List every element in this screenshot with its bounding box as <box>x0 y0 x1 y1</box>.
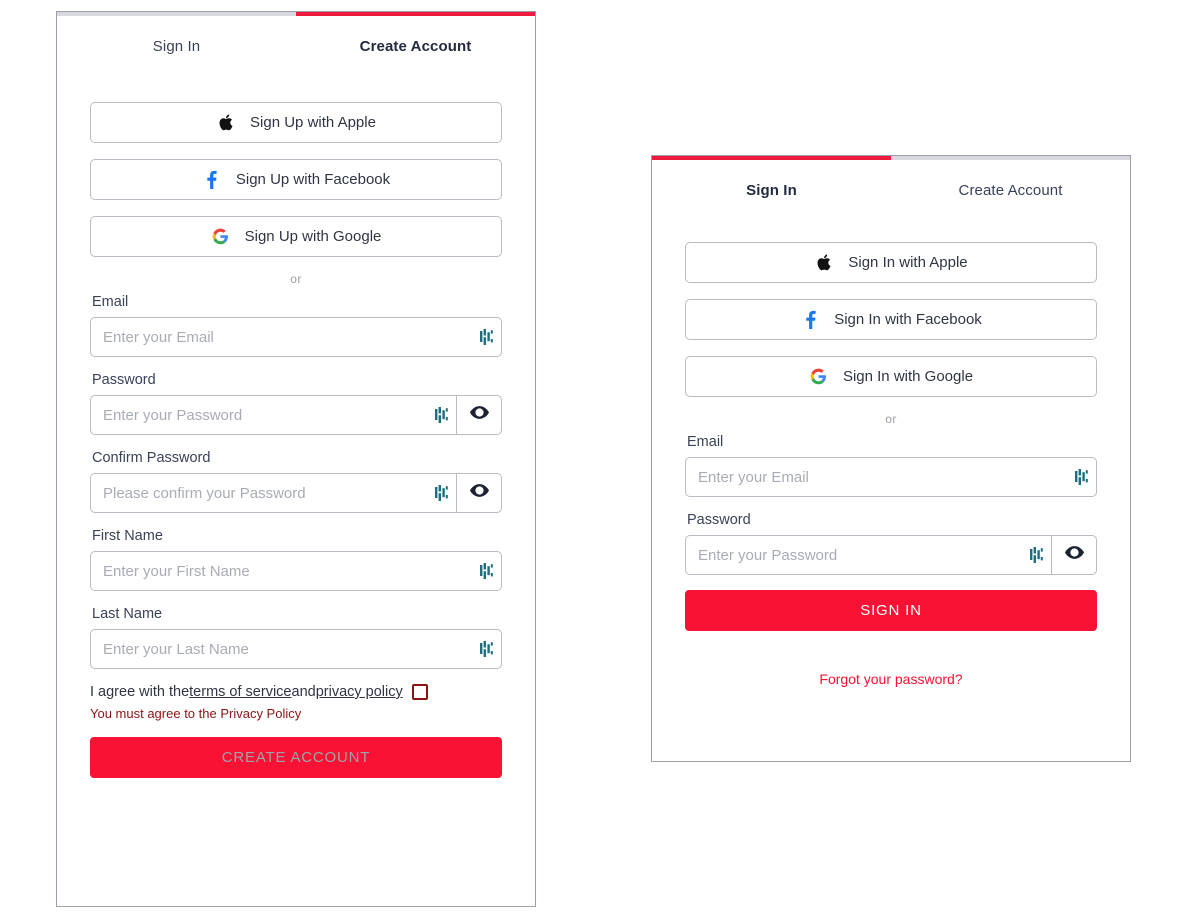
eye-icon <box>1064 546 1084 564</box>
auth-tabs-signup: Sign In Create Account <box>57 12 535 72</box>
sign-in-form: Sign In with Apple Sign In with Facebook <box>652 216 1130 687</box>
email-field-row <box>685 457 1097 497</box>
auth-tabs-signin: Sign In Create Account <box>652 156 1130 216</box>
sign-up-with-apple-button[interactable]: Sign Up with Apple <box>90 102 502 143</box>
tab-label: Create Account <box>958 181 1063 199</box>
last-name-input-shell <box>90 629 502 669</box>
email-input-shell <box>90 317 502 357</box>
terms-of-service-link[interactable]: terms of service <box>189 684 291 700</box>
privacy-policy-link[interactable]: privacy policy <box>316 684 403 700</box>
toggle-password-visibility-button[interactable] <box>456 395 502 435</box>
sign-in-card: Sign In Create Account Sign In with Appl… <box>651 155 1131 762</box>
confirm-password-input-shell <box>90 473 456 513</box>
password-manager-icon[interactable] <box>480 563 493 579</box>
confirm-password-field-row <box>90 473 502 513</box>
tab-sign-in[interactable]: Sign In <box>57 12 296 72</box>
social-button-label: Sign Up with Apple <box>250 114 376 131</box>
facebook-icon <box>800 310 820 330</box>
tab-label: Sign In <box>746 181 797 199</box>
confirm-password-label: Confirm Password <box>92 450 211 466</box>
password-manager-icon[interactable] <box>1030 547 1043 563</box>
tab-label: Sign In <box>152 37 201 55</box>
eye-icon <box>469 484 489 502</box>
toggle-password-visibility-button[interactable] <box>1051 535 1097 575</box>
sign-up-with-facebook-button[interactable]: Sign Up with Facebook <box>90 159 502 200</box>
social-button-label: Sign In with Apple <box>848 254 968 271</box>
password-input[interactable] <box>686 536 1051 574</box>
password-manager-icon[interactable] <box>435 485 448 501</box>
terms-prefix-text: I agree with the <box>90 684 190 700</box>
password-label: Password <box>687 512 751 528</box>
last-name-input[interactable] <box>91 630 501 668</box>
email-input[interactable] <box>91 318 501 356</box>
google-icon <box>809 367 829 387</box>
email-label: Email <box>92 294 129 310</box>
sign-in-with-apple-button[interactable]: Sign In with Apple <box>685 242 1097 283</box>
email-field-row <box>90 317 502 357</box>
tab-create-account[interactable]: Create Account <box>296 12 535 72</box>
sign-in-with-google-button[interactable]: Sign In with Google <box>685 356 1097 397</box>
first-name-field-row <box>90 551 502 591</box>
sign-in-submit-button[interactable]: SIGN IN <box>685 590 1097 631</box>
forgot-password-link[interactable]: Forgot your password? <box>685 671 1097 687</box>
tab-create-account[interactable]: Create Account <box>891 156 1130 216</box>
email-input[interactable] <box>686 458 1096 496</box>
password-field-row <box>90 395 502 435</box>
first-name-input-shell <box>90 551 502 591</box>
sign-up-with-google-button[interactable]: Sign Up with Google <box>90 216 502 257</box>
password-input-shell <box>685 535 1051 575</box>
social-button-label: Sign Up with Facebook <box>235 171 391 188</box>
toggle-confirm-password-visibility-button[interactable] <box>456 473 502 513</box>
create-account-submit-button[interactable]: CREATE ACCOUNT <box>90 737 502 778</box>
sign-in-with-facebook-button[interactable]: Sign In with Facebook <box>685 299 1097 340</box>
email-label: Email <box>687 434 724 450</box>
confirm-password-input[interactable] <box>91 474 456 512</box>
create-account-card: Sign In Create Account Sign Up with Appl… <box>56 11 536 907</box>
google-icon <box>211 227 231 247</box>
screen-root: Sign In Create Account Sign Up with Appl… <box>0 0 1192 920</box>
tab-label: Create Account <box>359 37 472 55</box>
terms-agreement-row: I agree with the terms of service and pr… <box>90 684 502 700</box>
social-button-label: Sign In with Google <box>842 368 974 385</box>
terms-error-message: You must agree to the Privacy Policy <box>90 706 302 721</box>
password-input[interactable] <box>91 396 456 434</box>
first-name-input[interactable] <box>91 552 501 590</box>
password-manager-icon[interactable] <box>1075 469 1088 485</box>
create-account-form: Sign Up with Apple Sign Up with Facebook <box>57 72 535 778</box>
tab-sign-in[interactable]: Sign In <box>652 156 891 216</box>
or-divider: or <box>290 272 302 286</box>
social-button-label: Sign Up with Google <box>244 228 382 245</box>
last-name-label: Last Name <box>92 606 163 622</box>
apple-icon <box>216 113 236 133</box>
password-manager-icon[interactable] <box>480 329 493 345</box>
password-manager-icon[interactable] <box>435 407 448 423</box>
social-button-label: Sign In with Facebook <box>834 311 982 328</box>
first-name-label: First Name <box>92 528 163 544</box>
password-label: Password <box>92 372 156 388</box>
terms-middle-text: and <box>291 684 316 700</box>
password-manager-icon[interactable] <box>480 641 493 657</box>
password-input-shell <box>90 395 456 435</box>
terms-agreement-checkbox[interactable] <box>411 684 428 700</box>
apple-icon <box>814 253 834 273</box>
last-name-field-row <box>90 629 502 669</box>
password-field-row <box>685 535 1097 575</box>
email-input-shell <box>685 457 1097 497</box>
facebook-icon <box>202 170 222 190</box>
or-divider: or <box>885 412 897 426</box>
eye-icon <box>469 406 489 424</box>
